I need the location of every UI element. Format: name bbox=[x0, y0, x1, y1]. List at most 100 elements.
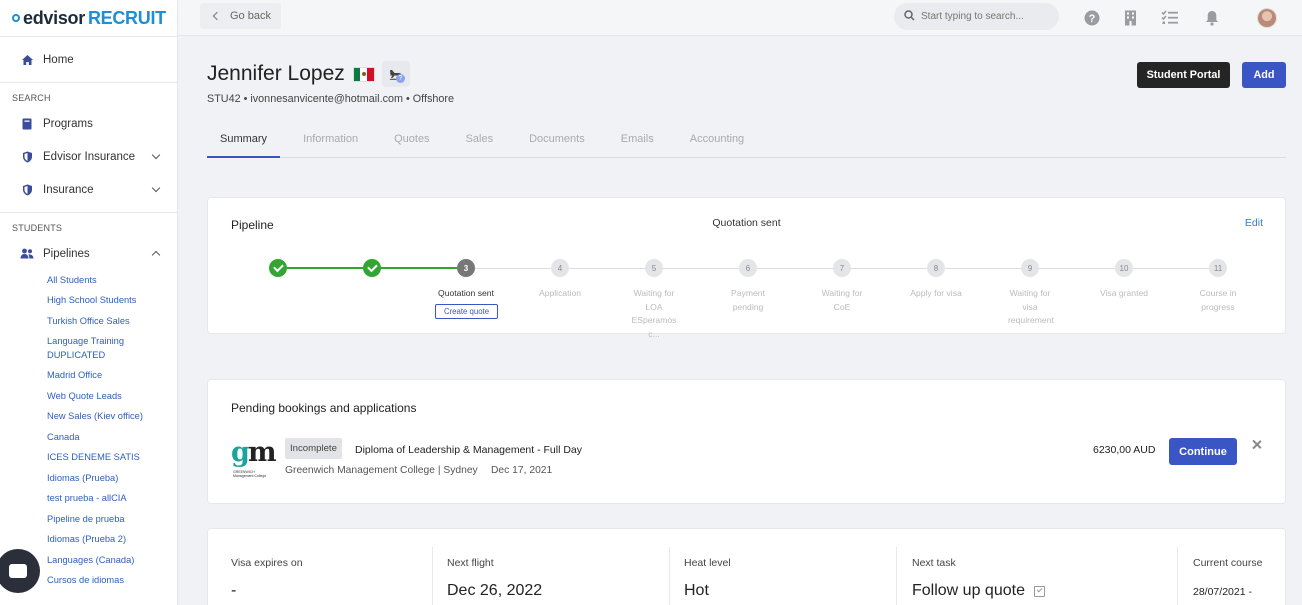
chevron-up-icon[interactable] bbox=[151, 250, 161, 260]
pipeline-step-10[interactable]: 10 bbox=[1115, 259, 1133, 277]
sidebar-divider bbox=[0, 82, 177, 83]
add-button[interactable]: Add bbox=[1242, 62, 1286, 88]
pipeline-step-6[interactable]: 6 bbox=[739, 259, 757, 277]
sidebar-item-label: Pipelines bbox=[43, 247, 90, 260]
pipeline-link-languages-canada[interactable]: Languages (Canada) bbox=[47, 550, 177, 571]
pipeline-connector bbox=[569, 268, 645, 269]
student-portal-button[interactable]: Student Portal bbox=[1137, 62, 1230, 88]
shield-icon bbox=[20, 183, 34, 197]
sidebar-item-programs[interactable]: Programs bbox=[0, 107, 177, 140]
question-badge-icon: ? bbox=[395, 74, 405, 83]
status-badge: Incomplete bbox=[285, 438, 342, 459]
pipeline-link-high-school[interactable]: High School Students bbox=[47, 291, 177, 312]
top-bar: Go back ? bbox=[178, 0, 1302, 36]
go-back-button[interactable]: Go back bbox=[200, 3, 281, 29]
pipeline-connector bbox=[381, 267, 457, 269]
user-avatar[interactable] bbox=[1257, 8, 1277, 28]
sidebar-item-home[interactable]: Home bbox=[0, 43, 177, 76]
task-check-icon[interactable] bbox=[1033, 585, 1045, 597]
pipeline-step-label: Application bbox=[538, 288, 582, 298]
pipeline-step-2[interactable] bbox=[363, 259, 381, 277]
tab-documents[interactable]: Documents bbox=[516, 124, 598, 158]
pipeline-link-language-training[interactable]: Language Training DUPLICATED bbox=[47, 332, 177, 366]
logo-accent-text: RECRUIT bbox=[87, 7, 166, 28]
continue-button[interactable]: Continue bbox=[1169, 438, 1237, 465]
logo-dot-icon bbox=[12, 14, 20, 22]
tab-quotes[interactable]: Quotes bbox=[381, 124, 442, 158]
info-label: Visa expires on bbox=[231, 557, 303, 569]
pipeline-step-label: Payment pending bbox=[731, 288, 765, 312]
pipeline-connector bbox=[757, 268, 833, 269]
pipeline-step-4[interactable]: 4 bbox=[551, 259, 569, 277]
notifications-bell-icon[interactable] bbox=[1203, 9, 1220, 26]
booking-date: Dec 17, 2021 bbox=[491, 465, 553, 476]
info-value: - bbox=[231, 582, 237, 599]
pipeline-step-8[interactable]: 8 bbox=[927, 259, 945, 277]
info-label: Heat level bbox=[684, 557, 731, 569]
tab-sales[interactable]: Sales bbox=[453, 124, 507, 158]
student-meta: STU42 • ivonnesanvicente@hotmail.com • O… bbox=[207, 93, 454, 105]
sidebar-item-edvisor-insurance[interactable]: Edvisor Insurance bbox=[0, 140, 177, 173]
search-icon bbox=[904, 8, 915, 26]
travel-status-button[interactable]: ? bbox=[381, 61, 410, 87]
info-value[interactable]: Follow up quote bbox=[912, 582, 1025, 600]
chat-icon bbox=[9, 564, 27, 578]
home-icon bbox=[20, 53, 34, 67]
building-icon[interactable] bbox=[1122, 9, 1139, 26]
sidebar-item-insurance[interactable]: Insurance bbox=[0, 173, 177, 206]
sidebar-item-label: Edvisor Insurance bbox=[43, 150, 136, 163]
tab-information[interactable]: Information bbox=[290, 124, 371, 158]
tab-accounting[interactable]: Accounting bbox=[677, 124, 757, 158]
tab-summary[interactable]: Summary bbox=[207, 124, 281, 158]
info-divider bbox=[669, 547, 670, 605]
pipeline-link-ices-deneme[interactable]: ICES DENEME SATIS bbox=[47, 448, 177, 469]
pipeline-connector bbox=[1133, 268, 1209, 269]
edvisor-logo[interactable]: edvisor RECRUIT bbox=[0, 0, 177, 36]
sidebar-item-label: Programs bbox=[43, 117, 93, 130]
info-heat-level: Heat level Hot bbox=[684, 547, 731, 605]
pipeline-step-label: Waiting for visa requirement bbox=[1008, 288, 1054, 325]
pipeline-link-idiomas-prueba[interactable]: Idiomas (Prueba) bbox=[47, 468, 177, 489]
pipeline-current-status: Quotation sent bbox=[712, 217, 781, 229]
pipeline-step-5[interactable]: 5 bbox=[645, 259, 663, 277]
pipeline-step-label: Apply for visa bbox=[910, 288, 962, 298]
tasks-checklist-icon[interactable] bbox=[1161, 9, 1178, 26]
pipeline-link-pipeline-de-prueba[interactable]: Pipeline de prueba bbox=[47, 509, 177, 530]
sidebar-item-pipelines[interactable]: Pipelines bbox=[0, 237, 177, 270]
pipeline-link-new-sales-kiev[interactable]: New Sales (Kiev office) bbox=[47, 407, 177, 428]
pipeline-link-all-students[interactable]: All Students bbox=[47, 270, 177, 291]
search-input[interactable] bbox=[921, 11, 1051, 22]
chevron-down-icon[interactable] bbox=[151, 150, 161, 160]
student-tabs: Summary Information Quotes Sales Documen… bbox=[207, 124, 1286, 158]
pipeline-link-turkish-office[interactable]: Turkish Office Sales bbox=[47, 311, 177, 332]
help-icon[interactable]: ? bbox=[1083, 9, 1100, 26]
booking-course-title[interactable]: Diploma of Leadership & Management - Ful… bbox=[355, 444, 582, 456]
pipeline-link-canada[interactable]: Canada bbox=[47, 427, 177, 448]
global-search[interactable] bbox=[894, 3, 1059, 30]
pipeline-link-madrid-office[interactable]: Madrid Office bbox=[47, 366, 177, 387]
pipeline-link-web-quote-leads[interactable]: Web Quote Leads bbox=[47, 386, 177, 407]
pipeline-step-9[interactable]: 9 bbox=[1021, 259, 1039, 277]
pipeline-step-1[interactable] bbox=[269, 259, 287, 277]
create-quote-button[interactable]: Create quote bbox=[435, 304, 498, 319]
sidebar-section-search: SEARCH bbox=[12, 93, 51, 103]
info-label: Next flight bbox=[447, 557, 494, 569]
pipeline-step-7[interactable]: 7 bbox=[833, 259, 851, 277]
info-current-course: Current course 28/07/2021 - bbox=[1193, 547, 1262, 605]
pipeline-link-test-prueba[interactable]: test prueba - allCIA bbox=[47, 489, 177, 510]
pipeline-step-11[interactable]: 11 bbox=[1209, 259, 1227, 277]
info-value: Dec 26, 2022 bbox=[447, 582, 543, 599]
pipeline-link-idiomas-prueba-2[interactable]: Idiomas (Prueba 2) bbox=[47, 530, 177, 551]
tab-emails[interactable]: Emails bbox=[608, 124, 667, 158]
pipeline-step-3[interactable]: 3 bbox=[457, 259, 475, 277]
info-divider bbox=[1177, 547, 1178, 605]
pipeline-link-cursos-de-idiomas[interactable]: Cursos de idiomas bbox=[47, 571, 177, 592]
booking-school: Greenwich Management College | Sydney bbox=[285, 465, 478, 476]
users-icon bbox=[20, 247, 34, 261]
pipeline-connector bbox=[851, 268, 927, 269]
flag-stripe-red bbox=[367, 67, 374, 81]
pipeline-step-label: Quotation sent bbox=[438, 288, 494, 298]
close-icon[interactable] bbox=[1251, 439, 1263, 451]
chevron-down-icon[interactable] bbox=[151, 183, 161, 193]
pipeline-edit-link[interactable]: Edit bbox=[1245, 217, 1263, 229]
